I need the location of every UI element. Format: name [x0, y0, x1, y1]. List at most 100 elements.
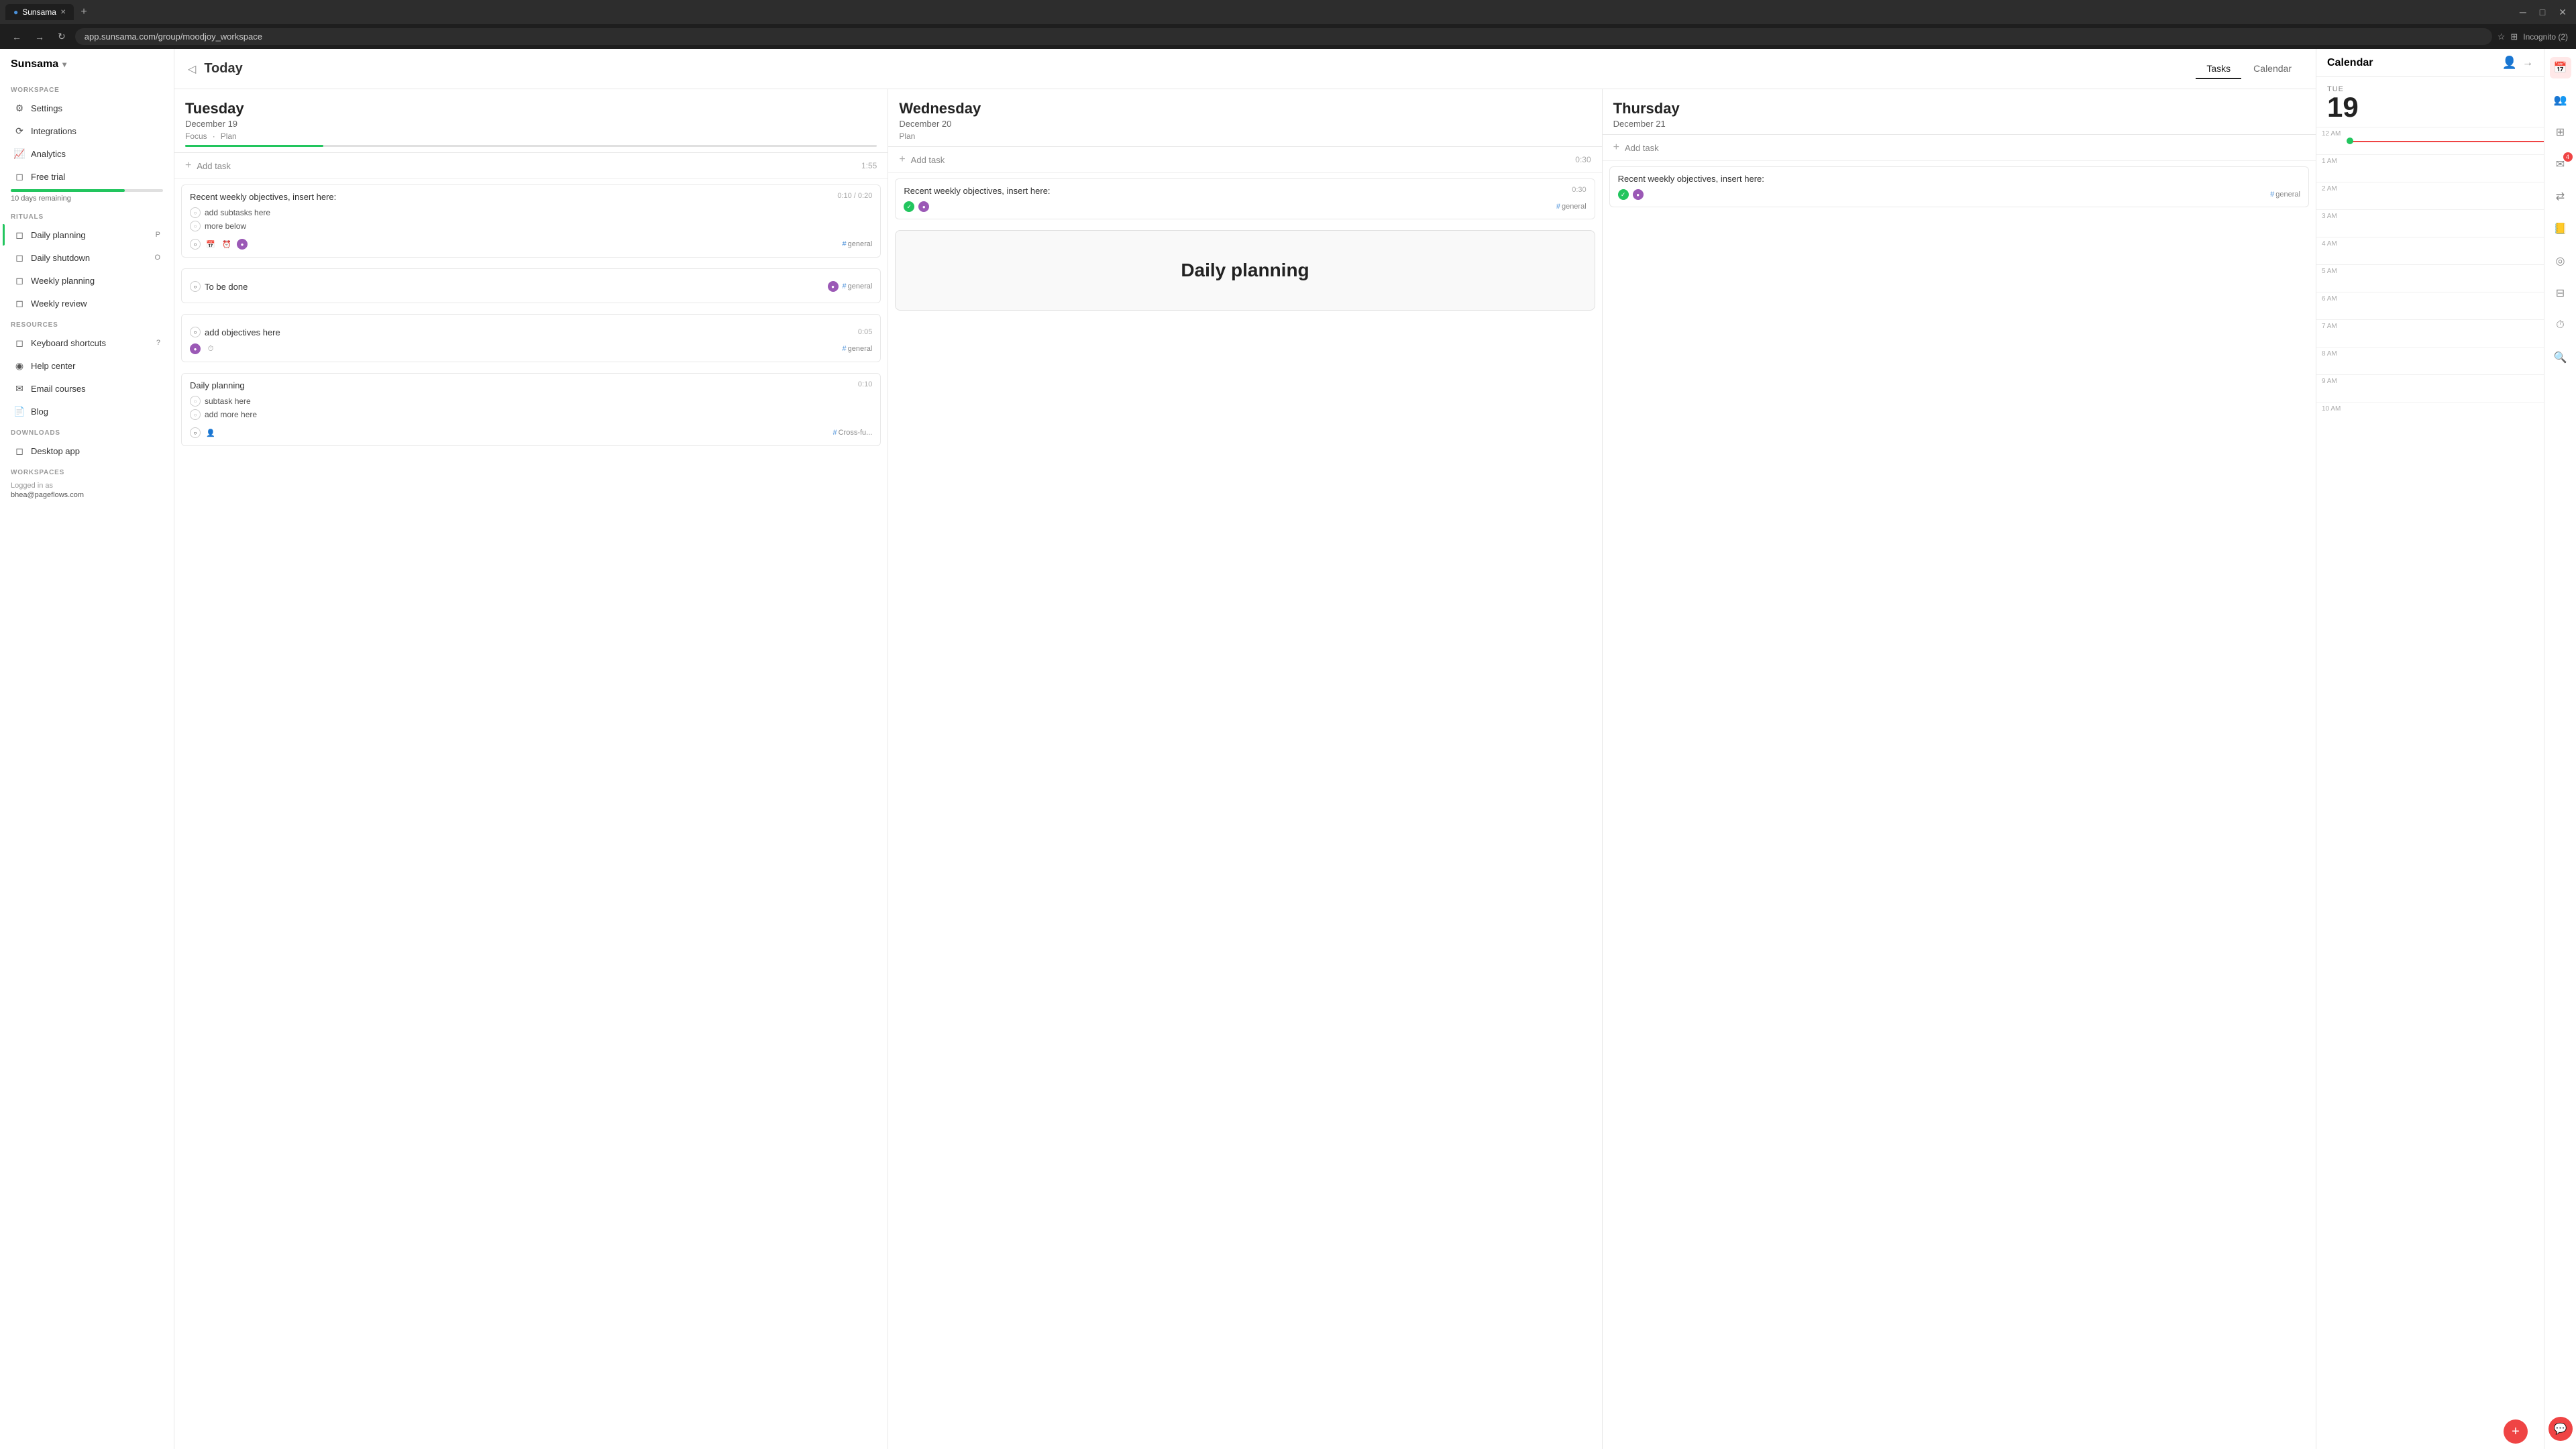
rs-grid-icon[interactable]: ⊞	[2550, 121, 2571, 143]
task-card-weekly-objectives-tue: Recent weekly objectives, insert here: 0…	[181, 184, 881, 258]
day-header-thursday: Thursday December 21	[1603, 89, 2316, 135]
user-avatar[interactable]: 👤	[2502, 56, 2517, 70]
browser-chrome: ● Sunsama ✕ + ─ □ ✕	[0, 0, 2576, 24]
task-check-btn[interactable]: ○	[190, 239, 201, 250]
tab-close-btn[interactable]: ✕	[60, 9, 66, 16]
time-row-12am: 12 AM	[2316, 127, 2544, 154]
active-tab[interactable]: ● Sunsama ✕	[5, 4, 74, 20]
back-btn[interactable]: ←	[8, 30, 25, 44]
rs-sync-icon[interactable]: ⇄	[2550, 186, 2571, 207]
add-task-time: 1:55	[861, 161, 877, 170]
restore-btn[interactable]: □	[2536, 5, 2549, 19]
daily-planning-badge: P	[156, 231, 160, 239]
time-content-1am	[2350, 155, 2544, 182]
bookmark-btn[interactable]: ☆	[2498, 32, 2506, 42]
right-sidebar: 📅 👥 ⊞ ✉ ⇄ 📒 ◎ ⊟ ⏱ 🔍 💬	[2544, 49, 2576, 1449]
task-footer-2: ○ To be done ● # general	[190, 281, 872, 292]
subtask-check-2[interactable]: ○	[190, 221, 201, 231]
keyboard-shortcuts-label: Keyboard shortcuts	[31, 338, 106, 348]
minimize-btn[interactable]: ─	[2516, 5, 2530, 19]
sidebar-toggle-btn[interactable]: ⊞	[2510, 32, 2518, 42]
task-check-thu[interactable]: ✓	[1618, 189, 1629, 200]
sidebar-item-integrations[interactable]: ⟳ Integrations	[3, 120, 171, 142]
task-tag-thu: # general	[2270, 191, 2300, 199]
sidebar-item-desktop-app[interactable]: ◻ Desktop app	[3, 440, 171, 462]
task-check-btn-2[interactable]: ○	[190, 281, 201, 292]
day-actions-tuesday: Focus · Plan	[185, 131, 877, 141]
subtask-4: ○ add more here	[190, 408, 872, 421]
new-tab-btn[interactable]: +	[76, 5, 91, 19]
today-title: Today	[204, 61, 242, 76]
plan-btn[interactable]: Plan	[221, 131, 237, 141]
rs-calendar-icon[interactable]: 📅	[2550, 57, 2571, 78]
forward-btn[interactable]: →	[31, 30, 48, 44]
daily-planning-icon: ◻	[13, 229, 25, 241]
time-label-3am: 3 AM	[2316, 210, 2350, 220]
day-progress-tuesday	[185, 145, 877, 147]
workspace-section-label: WORKSPACE	[0, 80, 174, 97]
integrations-label: Integrations	[31, 126, 76, 136]
rs-notebook-icon[interactable]: 📒	[2550, 218, 2571, 239]
rs-chat-btn[interactable]: 💬	[2548, 1417, 2573, 1441]
time-label-9am: 9 AM	[2316, 375, 2350, 385]
add-task-wednesday[interactable]: + Add task 0:30	[888, 147, 1601, 173]
task-check-btn-3[interactable]: ○	[190, 327, 201, 337]
rs-people-icon[interactable]: 👥	[2550, 89, 2571, 111]
plan-btn-wed[interactable]: Plan	[899, 131, 915, 141]
time-row-5am: 5 AM	[2316, 264, 2544, 292]
sidebar-item-help-center[interactable]: ◉ Help center	[3, 355, 171, 376]
tab-tasks[interactable]: Tasks	[2196, 59, 2241, 79]
add-task-thursday[interactable]: + Add task	[1603, 135, 2316, 161]
add-task-time-wed: 0:30	[1575, 155, 1591, 164]
chat-icon[interactable]: 💬	[2548, 1417, 2573, 1441]
reload-btn[interactable]: ↻	[54, 30, 70, 44]
task-check-wed[interactable]: ✓	[904, 201, 914, 212]
subtask-check-4[interactable]: ○	[190, 409, 201, 420]
task-time: 0:10 / 0:20	[837, 192, 872, 200]
sidebar-item-daily-shutdown[interactable]: ◻ Daily shutdown O	[3, 247, 171, 268]
sidebar-item-settings[interactable]: ⚙ Settings	[3, 97, 171, 119]
task-check-btn-4[interactable]: ○	[190, 427, 201, 438]
sidebar-item-weekly-review[interactable]: ◻ Weekly review	[3, 292, 171, 314]
rs-mail-icon[interactable]: ✉	[2550, 154, 2571, 175]
downloads-section-label: DOWNLOADS	[0, 423, 174, 439]
calendar-add-btn[interactable]: +	[2504, 1419, 2528, 1444]
add-task-label: Add task	[197, 161, 231, 171]
task-title-thu: Recent weekly objectives, insert here:	[1618, 174, 2300, 184]
time-label-1am: 1 AM	[2316, 155, 2350, 165]
rs-search-icon[interactable]: 🔍	[2550, 347, 2571, 368]
close-btn[interactable]: ✕	[2555, 5, 2571, 19]
day-header-tuesday: Tuesday December 19 Focus · Plan	[174, 89, 888, 153]
expand-calendar-btn[interactable]: →	[2522, 57, 2533, 69]
sidebar-item-analytics[interactable]: 📈 Analytics	[3, 143, 171, 164]
rs-timer-icon[interactable]: ⏱	[2550, 315, 2571, 336]
sidebar-item-keyboard-shortcuts[interactable]: ◻ Keyboard shortcuts ?	[3, 332, 171, 354]
time-row-1am: 1 AM	[2316, 154, 2544, 182]
focus-btn[interactable]: Focus	[185, 131, 207, 141]
url-bar[interactable]: app.sunsama.com/group/moodjoy_workspace	[75, 28, 2492, 45]
logged-in-label: Logged in as	[0, 479, 174, 491]
tab-calendar[interactable]: Calendar	[2243, 59, 2302, 79]
sidebar-item-blog[interactable]: 📄 Blog	[3, 400, 171, 422]
app-logo[interactable]: Sunsama ▾	[0, 49, 174, 80]
sidebar-item-weekly-planning[interactable]: ◻ Weekly planning	[3, 270, 171, 291]
task-avatar-wed: ●	[918, 201, 929, 212]
collapse-sidebar-btn[interactable]: ◁	[188, 62, 196, 76]
time-row-9am: 9 AM	[2316, 374, 2544, 402]
calendar-icon: 📅	[205, 238, 217, 250]
task-avatar: ●	[237, 239, 248, 250]
rs-table-icon[interactable]: ⊟	[2550, 282, 2571, 304]
task-time-4: 0:10	[858, 380, 872, 388]
sidebar-item-daily-planning[interactable]: ◻ Daily planning P	[3, 224, 171, 246]
task-title-3: add objectives here	[205, 327, 854, 337]
sidebar-item-email-courses[interactable]: ✉ Email courses	[3, 378, 171, 399]
subtask-check-3[interactable]: ○	[190, 396, 201, 407]
add-task-tuesday[interactable]: + Add task 1:55	[174, 153, 888, 179]
subtask-check-1[interactable]: ○	[190, 207, 201, 218]
rs-location-icon[interactable]: ◎	[2550, 250, 2571, 272]
subtask-2: ○ more below	[190, 219, 872, 233]
sidebar: Sunsama ▾ WORKSPACE ⚙ Settings ⟳ Integra…	[0, 49, 174, 1449]
calendar-title: Calendar	[2327, 57, 2373, 69]
sidebar-item-free-trial[interactable]: ◻ Free trial	[3, 166, 171, 187]
topbar-left: ◁ Today	[188, 61, 243, 76]
